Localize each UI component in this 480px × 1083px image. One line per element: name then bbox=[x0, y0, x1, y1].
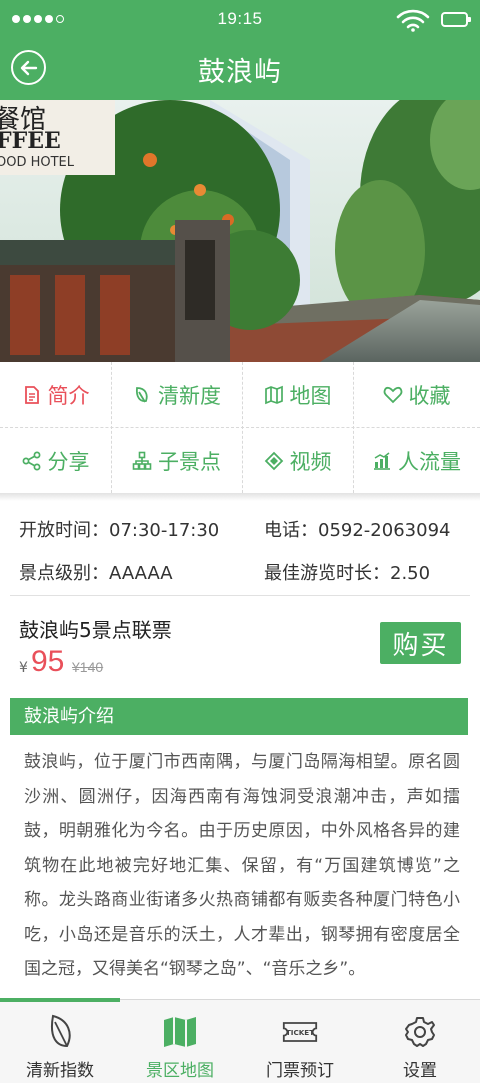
open-hours-value: 07:30-17:30 bbox=[109, 520, 220, 541]
tab-settings-label: 设置 bbox=[403, 1061, 437, 1081]
menu-sub-spots[interactable]: 子景点 bbox=[111, 428, 242, 493]
tab-scenic-map[interactable]: 景区地图 bbox=[120, 1000, 240, 1083]
ticket-name: 鼓浪屿5景点联票 bbox=[19, 618, 172, 642]
open-hours-label: 开放时间： bbox=[19, 520, 109, 541]
phone-label: 电话： bbox=[264, 520, 318, 541]
feature-menu: 简介 清新度 地图 收藏 分享 子景点 视频 人流量 bbox=[0, 362, 480, 493]
menu-map-label: 地图 bbox=[289, 383, 332, 408]
page-title: 鼓浪屿 bbox=[198, 57, 282, 88]
battery-icon bbox=[441, 12, 471, 27]
menu-share[interactable]: 分享 bbox=[0, 428, 111, 493]
menu-intro[interactable]: 简介 bbox=[0, 362, 111, 427]
divider bbox=[10, 595, 470, 596]
menu-share-label: 分享 bbox=[47, 449, 90, 474]
price-currency: ¥ bbox=[19, 660, 28, 676]
wifi-icon bbox=[396, 9, 430, 32]
menu-intro-label: 简介 bbox=[47, 383, 90, 408]
ticket-icon-text: TICKET bbox=[286, 1028, 314, 1037]
hero-sign-line2: FFEE bbox=[0, 128, 61, 154]
hero-sign-line3: OOD HOTEL bbox=[0, 155, 75, 170]
tab-scenic-map-label: 景区地图 bbox=[146, 1061, 214, 1081]
leaf-icon bbox=[51, 1014, 71, 1048]
menu-freshness[interactable]: 清新度 bbox=[111, 362, 242, 427]
menu-favorite-label: 收藏 bbox=[408, 383, 451, 408]
intro-text: 鼓浪屿，位于厦门市西南隅，与厦门岛隔海相望。原名圆沙洲、圆洲仔，因海西南有海蚀洞… bbox=[24, 752, 460, 979]
map-icon bbox=[164, 1017, 196, 1047]
header: 19:15 鼓浪屿 bbox=[0, 0, 480, 100]
status-bar: 19:15 bbox=[0, 0, 480, 40]
tab-freshness-index[interactable]: 清新指数 bbox=[0, 1000, 120, 1083]
share-icon bbox=[22, 451, 40, 470]
ticket-original-price: ¥140 bbox=[72, 659, 104, 675]
visit-duration: 最佳游览时长：2.50 bbox=[264, 559, 430, 585]
tab-ticket-booking-label: 门票预订 bbox=[266, 1061, 334, 1081]
phone: 电话：0592-2063094 bbox=[264, 516, 450, 542]
heart-icon bbox=[383, 386, 402, 403]
document-icon bbox=[24, 385, 39, 404]
hierarchy-icon bbox=[132, 451, 152, 470]
ticket-price: 95 bbox=[31, 645, 65, 678]
menu-crowd[interactable]: 人流量 bbox=[353, 428, 480, 493]
tab-freshness-index-label: 清新指数 bbox=[26, 1061, 94, 1081]
bar-chart-icon bbox=[374, 451, 390, 470]
ticket-tag-icon bbox=[264, 451, 283, 470]
visit-duration-label: 最佳游览时长： bbox=[264, 563, 390, 584]
open-hours: 开放时间：07:30-17:30 bbox=[19, 516, 219, 542]
bottom-tab-bar: 清新指数 景区地图 TICKET 门票预订 设置 bbox=[0, 998, 480, 1083]
gear-icon bbox=[405, 1017, 435, 1047]
menu-video-label: 视频 bbox=[289, 449, 332, 474]
scenic-level: 景点级别：AAAAA bbox=[19, 559, 173, 585]
scenic-level-label: 景点级别： bbox=[19, 563, 109, 584]
buy-button[interactable]: 购买 bbox=[380, 622, 461, 664]
tab-settings[interactable]: 设置 bbox=[360, 1000, 480, 1083]
hero-photo: 餐馆 FFEE OOD HOTEL bbox=[0, 100, 480, 362]
menu-freshness-label: 清新度 bbox=[158, 383, 221, 408]
menu-map[interactable]: 地图 bbox=[242, 362, 353, 427]
menu-video[interactable]: 视频 bbox=[242, 428, 353, 493]
phone-value[interactable]: 0592-2063094 bbox=[318, 520, 450, 541]
intro-heading: 鼓浪屿介绍 bbox=[10, 698, 468, 735]
leaf-icon bbox=[135, 386, 148, 402]
ticket-icon: TICKET bbox=[282, 1022, 318, 1042]
menu-favorite[interactable]: 收藏 bbox=[353, 362, 480, 427]
scenic-level-value: AAAAA bbox=[109, 563, 173, 584]
menu-crowd-label: 人流量 bbox=[398, 449, 461, 474]
menu-sub-spots-label: 子景点 bbox=[158, 449, 221, 474]
tab-ticket-booking[interactable]: TICKET 门票预订 bbox=[240, 1000, 360, 1083]
visit-duration-value: 2.50 bbox=[390, 563, 431, 584]
map-icon bbox=[264, 385, 283, 404]
